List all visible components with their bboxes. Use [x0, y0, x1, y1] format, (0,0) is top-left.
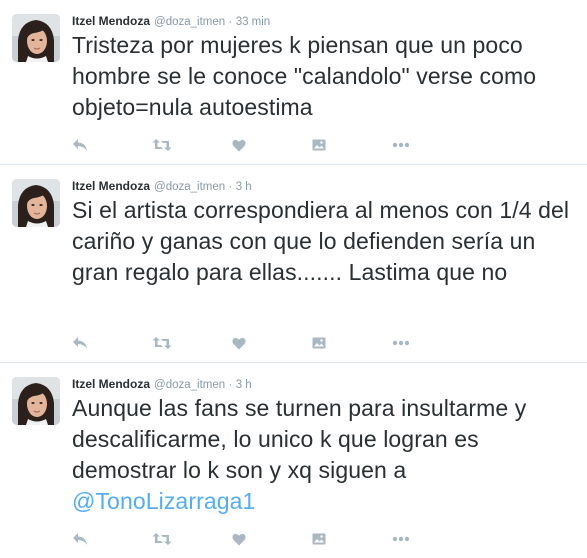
- mention-link[interactable]: @TonoLizarraga1: [72, 488, 255, 514]
- tweet-text: Aunque las fans se turnen para insultarm…: [72, 393, 578, 517]
- separator: ·: [228, 181, 233, 193]
- media-icon: [312, 533, 326, 545]
- tweet-body: Si el artista correspondiera al menos co…: [72, 197, 570, 285]
- reply-button[interactable]: [72, 333, 152, 353]
- avatar-photo: [12, 179, 60, 227]
- reply-button[interactable]: [72, 529, 152, 549]
- tweet-item[interactable]: Itzel Mendoza @doza_itmen · 3 h Si el art…: [0, 165, 587, 363]
- more-icon: [392, 536, 410, 542]
- media-icon: [312, 337, 326, 349]
- author-handle[interactable]: @doza_itmen: [154, 379, 225, 391]
- retweet-icon: [152, 533, 172, 545]
- author-handle[interactable]: @doza_itmen: [154, 181, 225, 193]
- tweet-header: Itzel Mendoza @doza_itmen · 3 h: [72, 177, 252, 195]
- author-name[interactable]: Itzel Mendoza: [72, 377, 150, 391]
- like-icon: [232, 533, 246, 545]
- tweet-item[interactable]: Itzel Mendoza @doza_itmen · 3 h Aunque la…: [0, 363, 587, 558]
- retweet-button[interactable]: [152, 529, 232, 549]
- media-icon: [312, 139, 326, 151]
- more-icon: [392, 340, 410, 346]
- reply-icon: [73, 139, 87, 151]
- timestamp[interactable]: 33 min: [236, 16, 271, 28]
- tweet-text: Tristeza por mujeres k piensan que un po…: [72, 30, 578, 123]
- retweet-icon: [152, 337, 172, 349]
- tweet-header: Itzel Mendoza @doza_itmen · 33 min: [72, 12, 270, 30]
- like-icon: [232, 337, 246, 349]
- more-button[interactable]: [392, 333, 472, 353]
- avatar[interactable]: [12, 377, 60, 425]
- reply-icon: [73, 533, 87, 545]
- tweet-actions: [72, 135, 472, 155]
- more-icon: [392, 142, 410, 148]
- tweet-body: Tristeza por mujeres k piensan que un po…: [72, 32, 537, 120]
- media-button[interactable]: [312, 135, 392, 155]
- retweet-button[interactable]: [152, 135, 232, 155]
- like-button[interactable]: [232, 333, 312, 353]
- separator: ·: [228, 16, 233, 28]
- author-handle[interactable]: @doza_itmen: [154, 16, 225, 28]
- reply-button[interactable]: [72, 135, 152, 155]
- timestamp[interactable]: 3 h: [236, 379, 252, 391]
- author-name[interactable]: Itzel Mendoza: [72, 14, 150, 28]
- like-button[interactable]: [232, 135, 312, 155]
- avatar-photo: [12, 14, 60, 62]
- retweet-button[interactable]: [152, 333, 232, 353]
- like-icon: [232, 139, 246, 151]
- media-button[interactable]: [312, 333, 392, 353]
- avatar-photo: [12, 377, 60, 425]
- reply-icon: [73, 337, 87, 349]
- like-button[interactable]: [232, 529, 312, 549]
- more-button[interactable]: [392, 529, 472, 549]
- timestamp[interactable]: 3 h: [236, 181, 252, 193]
- tweet-actions: [72, 529, 472, 549]
- more-button[interactable]: [392, 135, 472, 155]
- retweet-icon: [152, 139, 172, 151]
- media-button[interactable]: [312, 529, 392, 549]
- tweet-timeline: Itzel Mendoza @doza_itmen · 33 min Triste…: [0, 0, 587, 558]
- tweet-item[interactable]: Itzel Mendoza @doza_itmen · 33 min Triste…: [0, 0, 587, 165]
- author-name[interactable]: Itzel Mendoza: [72, 179, 150, 193]
- separator: ·: [228, 379, 233, 391]
- tweet-text: Si el artista correspondiera al menos co…: [72, 195, 578, 288]
- tweet-actions: [72, 333, 472, 353]
- tweet-header: Itzel Mendoza @doza_itmen · 3 h: [72, 375, 252, 393]
- avatar[interactable]: [12, 14, 60, 62]
- tweet-body: Aunque las fans se turnen para insultarm…: [72, 395, 527, 483]
- avatar[interactable]: [12, 179, 60, 227]
